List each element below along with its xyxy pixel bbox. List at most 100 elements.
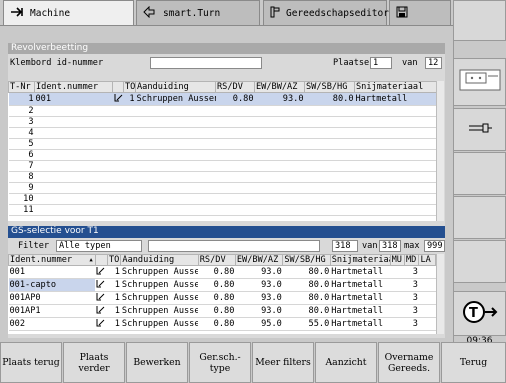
col-header[interactable]: Snijmateriaal <box>329 254 391 266</box>
tool-type-icon <box>95 265 108 279</box>
tnr-cell: 4 <box>8 127 35 139</box>
tab-save[interactable] <box>389 0 451 25</box>
md-cell: 3 <box>404 304 419 318</box>
la-cell <box>418 304 436 318</box>
col-header[interactable]: EW/BW/AZ <box>234 254 284 266</box>
ident-cell: 001 <box>8 265 96 279</box>
softkey-blank-4[interactable] <box>453 196 506 239</box>
tnr-cell: 1 <box>8 92 35 106</box>
tnr-cell: 5 <box>8 138 35 150</box>
softkey-blank-top[interactable] <box>453 0 506 41</box>
softkey-tool-t[interactable]: T <box>453 291 506 336</box>
table-row[interactable]: 8 <box>8 171 437 183</box>
col-header[interactable]: Ident.nummer <box>34 81 113 93</box>
sw-cell: 80.0 <box>282 304 331 318</box>
ew-cell: 93.0 <box>254 92 305 106</box>
softkey-turret-view[interactable] <box>453 58 506 106</box>
table-row[interactable]: 6 <box>8 149 437 161</box>
col-header[interactable]: T-Nr <box>8 81 35 93</box>
tnr-cell: 6 <box>8 149 35 161</box>
col-header[interactable]: RS/DV <box>215 81 255 93</box>
tool-type-icon <box>95 304 108 318</box>
bewerken-button[interactable]: Bewerken <box>126 342 188 383</box>
ident-cell: 001 <box>34 92 113 106</box>
selection-scrollbar[interactable] <box>436 254 444 334</box>
selection-table-wrap: Ident.nummer ▴ TO Aanduiding RS/DV EW/BW… <box>8 254 436 334</box>
col-header[interactable]: Snijmateriaal <box>354 81 437 93</box>
col-header[interactable]: TO <box>123 81 136 93</box>
total-field: 318 <box>379 240 401 252</box>
tnr-cell: 9 <box>8 182 35 194</box>
col-header[interactable]: SW/SB/HG <box>282 254 331 266</box>
place-total-field: 12 <box>425 57 442 69</box>
table-row[interactable]: 001-capto 1 Schruppen Aussen 0.80 93.0 8… <box>8 278 436 292</box>
revolver-table: T-Nr Ident.nummer TO Aanduiding RS/DV EW… <box>8 81 437 216</box>
revolver-scrollbar[interactable] <box>436 81 444 221</box>
table-row[interactable]: 001AP1 1 Schruppen Aussen 0.80 93.0 80.0… <box>8 304 436 318</box>
clipboard-field[interactable] <box>150 57 262 69</box>
sw-cell: 55.0 <box>282 317 331 331</box>
tool-type-icon <box>95 291 108 305</box>
col-header[interactable]: SW/SB/HG <box>304 81 355 93</box>
col-header[interactable]: MU <box>389 254 406 266</box>
col-header[interactable]: LA <box>418 254 436 266</box>
tab-label: smart.Turn <box>163 7 221 19</box>
gereedschap-type-button[interactable]: Ger.sch.- type <box>189 342 251 383</box>
table-row[interactable]: 9 <box>8 182 437 194</box>
plaats-verder-button[interactable]: Plaats verder <box>63 342 125 383</box>
col-header[interactable]: TO <box>106 254 122 266</box>
max-label: max <box>404 241 420 251</box>
table-row[interactable]: 10 <box>8 193 437 205</box>
mu-cell <box>390 291 405 305</box>
table-row[interactable]: 4 <box>8 127 437 139</box>
selection-header-row: Ident.nummer ▴ TO Aanduiding RS/DV EW/BW… <box>8 254 436 266</box>
count-of-label: van <box>362 241 378 251</box>
col-header[interactable]: Aanduiding <box>135 81 216 93</box>
col-header[interactable]: MD <box>403 254 420 266</box>
rs-cell: 0.80 <box>198 265 236 279</box>
table-row[interactable]: 3 <box>8 116 437 128</box>
ew-cell: 93.0 <box>235 304 283 318</box>
filter-field[interactable]: Alle typen <box>56 240 142 252</box>
md-cell: 3 <box>404 265 419 279</box>
table-row[interactable]: 001 1 Schruppen Aussen 0.80 93.0 80.0 Ha… <box>8 265 436 279</box>
sw-cell: 80.0 <box>282 278 331 292</box>
tab-smart-turn[interactable]: smart.Turn <box>136 0 260 25</box>
plaats-terug-button[interactable]: Plaats terug <box>0 342 62 383</box>
tab-gereedschapseditor[interactable]: Gereedschapseditor <box>263 0 389 25</box>
table-row[interactable]: 1 001 1 Schruppen Aussen 0.80 93.0 80.0 … <box>8 92 437 106</box>
name-cell: Schruppen Aussen <box>120 291 199 305</box>
table-row[interactable]: 7 <box>8 160 437 172</box>
terug-button[interactable]: Terug <box>441 342 506 383</box>
save-disk-icon <box>396 6 408 21</box>
mu-cell <box>390 304 405 318</box>
table-row[interactable]: 2 <box>8 105 437 117</box>
md-cell: 3 <box>404 278 419 292</box>
tab-label: Gereedschapseditor <box>286 7 389 19</box>
col-header[interactable]: RS/DV <box>197 254 236 266</box>
table-row[interactable]: 5 <box>8 138 437 150</box>
to-cell: 1 <box>107 291 121 305</box>
table-row[interactable]: 002 1 Schruppen Aussen 0.80 95.0 55.0 Ha… <box>8 317 436 331</box>
col-header[interactable]: EW/BW/AZ <box>254 81 305 93</box>
rs-cell: 0.80 <box>215 92 255 106</box>
col-header[interactable]: Aanduiding <box>120 254 199 266</box>
table-row[interactable]: 001AP0 1 Schruppen Aussen 0.80 93.0 80.0… <box>8 291 436 305</box>
name-cell: Schruppen Aussen <box>120 317 199 331</box>
mu-cell <box>390 317 405 331</box>
aanzicht-button[interactable]: Aanzicht <box>315 342 377 383</box>
overname-gereeds-button[interactable]: Overname Gereeds. <box>378 342 440 383</box>
softkey-blank-3[interactable] <box>453 152 506 195</box>
tab-machine[interactable]: Machine <box>3 0 134 25</box>
filter-search-field[interactable] <box>148 240 320 252</box>
place-current-field[interactable]: 1 <box>370 57 392 69</box>
col-header[interactable]: Ident.nummer ▴ <box>8 254 96 266</box>
table-row[interactable]: 11 <box>8 204 437 216</box>
softkey-blank-5[interactable] <box>453 240 506 283</box>
tool-t-icon: T <box>460 299 500 328</box>
meer-filters-button[interactable]: Meer filters <box>252 342 314 383</box>
to-cell: 1 <box>123 92 136 106</box>
softkey-tool-holder[interactable] <box>453 108 506 151</box>
ident-cell: 001AP0 <box>8 291 96 305</box>
sw-cell: 80.0 <box>282 291 331 305</box>
